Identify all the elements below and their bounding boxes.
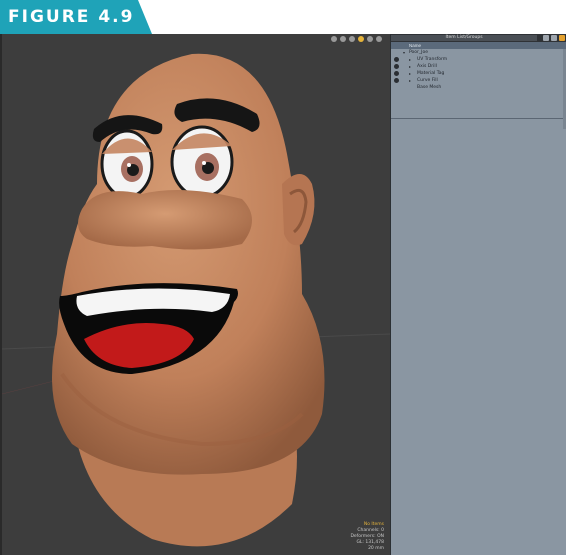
panel-menu-icon[interactable]	[543, 35, 549, 41]
tree-item-label: Curve Fill	[417, 78, 438, 83]
tree-item[interactable]: ▸ Curve Fill	[391, 77, 566, 84]
column-header-name: Name	[409, 43, 422, 48]
figure-label: FIGURE 4.9	[8, 7, 135, 27]
tree-item-label: Base Mesh	[417, 85, 442, 90]
move-icon[interactable]	[331, 36, 337, 42]
panel-divider	[391, 118, 566, 119]
tree-item-label: Material Tag	[417, 71, 445, 76]
tree-item-label: Poor_Joe	[409, 50, 429, 55]
panel-header: Item List/Groups	[391, 34, 566, 42]
3d-viewport[interactable]: No Items Channels: 0 Deformers: ON GL: 1…	[2, 34, 390, 555]
tree-item[interactable]: ▸ Material Tag	[391, 70, 566, 77]
column-header[interactable]: Name	[391, 42, 566, 49]
panel-color-icon[interactable]	[559, 35, 565, 41]
viewport-toolbar	[331, 36, 382, 42]
zoom-icon[interactable]	[349, 36, 355, 42]
display-icon[interactable]	[367, 36, 373, 42]
expand-icon[interactable]: ▸	[409, 56, 411, 63]
visibility-eye-icon[interactable]	[394, 64, 399, 69]
viewport-hud: No Items Channels: 0 Deformers: ON GL: 1…	[350, 522, 384, 552]
tree-item-label: UV Transform	[417, 57, 448, 62]
expand-icon[interactable]: ▸	[409, 77, 411, 84]
panel-title[interactable]: Item List/Groups	[391, 35, 537, 41]
hud-units: 20 mm	[368, 546, 384, 551]
item-list-panel: Item List/Groups Name ▾ Poor_Joe ▸ UV Tr…	[390, 34, 566, 555]
options-icon[interactable]	[376, 36, 382, 42]
expand-icon[interactable]: ▾	[403, 49, 405, 56]
panel-filter-icon[interactable]	[551, 35, 557, 41]
figure-tab: FIGURE 4.9	[0, 0, 152, 34]
visibility-eye-icon[interactable]	[394, 71, 399, 76]
tree-item[interactable]: ▸ Axis Drill	[391, 63, 566, 70]
rotate-icon[interactable]	[340, 36, 346, 42]
visibility-eye-icon[interactable]	[394, 57, 399, 62]
expand-icon[interactable]: ▸	[409, 63, 411, 70]
tree-item-root[interactable]: ▾ Poor_Joe	[391, 49, 566, 56]
snap-icon[interactable]	[358, 36, 364, 42]
visibility-eye-icon[interactable]	[394, 78, 399, 83]
tree-item[interactable]: Base Mesh	[391, 84, 566, 91]
tree-item[interactable]: ▸ UV Transform	[391, 56, 566, 63]
character-head-render	[2, 53, 390, 547]
item-tree: ▾ Poor_Joe ▸ UV Transform ▸ Axis Drill ▸…	[391, 49, 566, 91]
expand-icon[interactable]: ▸	[409, 70, 411, 77]
panel-buttons	[543, 35, 565, 41]
tree-item-label: Axis Drill	[417, 64, 437, 69]
